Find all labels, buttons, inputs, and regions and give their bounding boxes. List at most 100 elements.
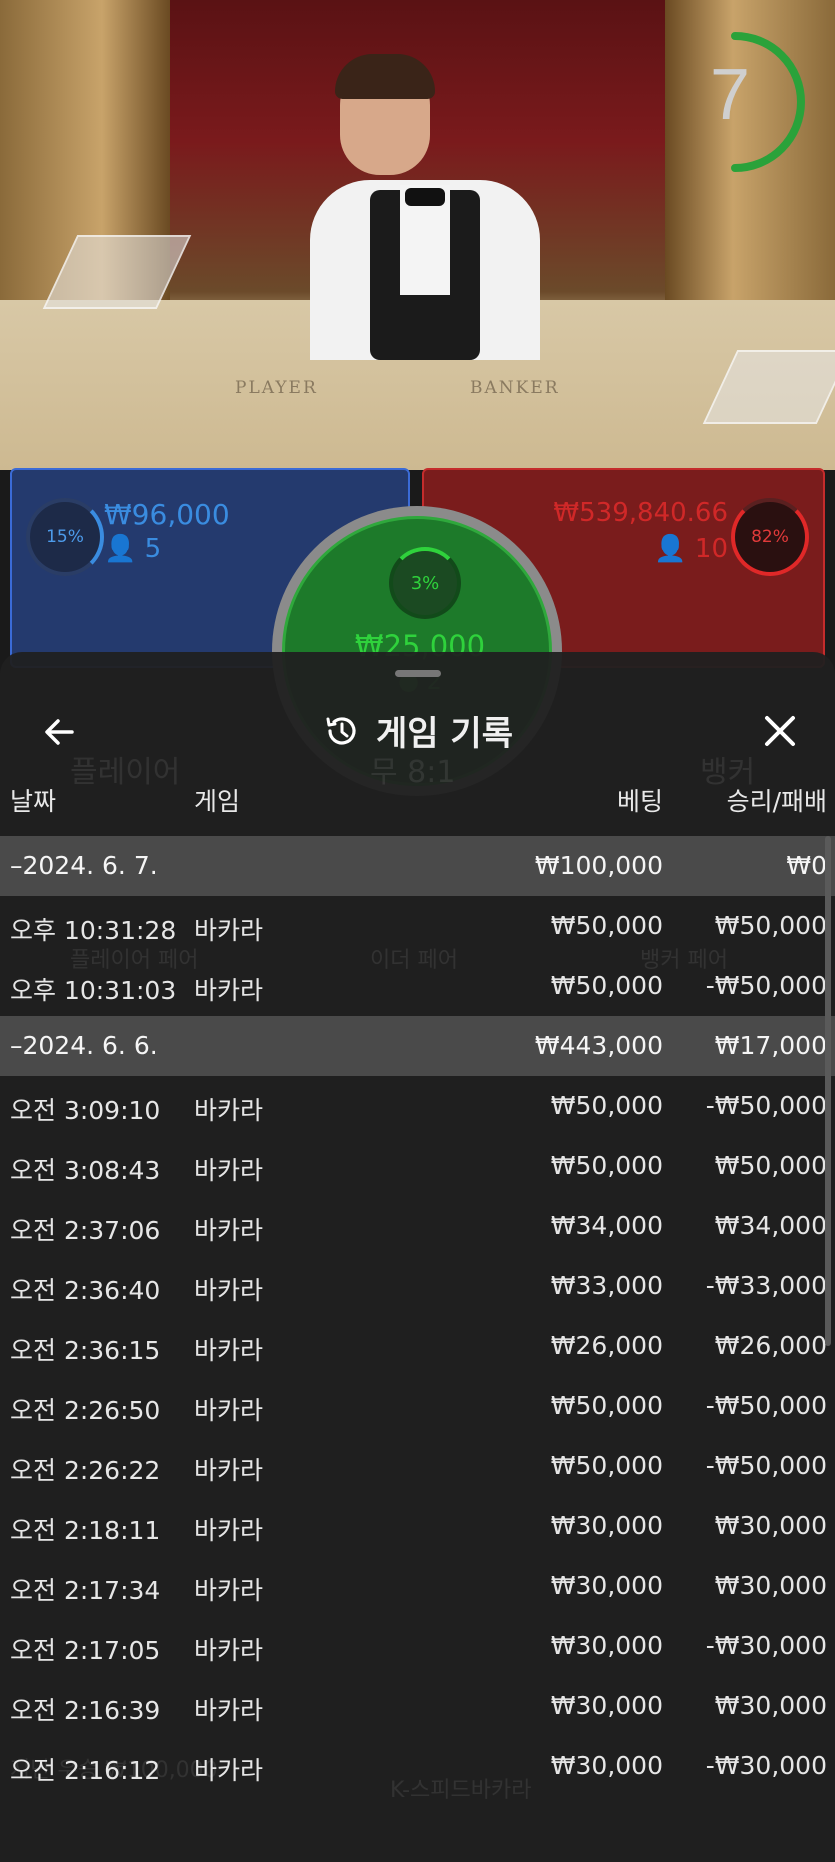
scrollbar[interactable]: [825, 836, 831, 1346]
row-result: -₩30,000: [705, 1631, 827, 1660]
drag-handle[interactable]: [395, 670, 441, 677]
row-result: ₩50,000: [714, 911, 827, 940]
person-icon: 👤: [104, 534, 137, 564]
row-bet: ₩26,000: [550, 1331, 663, 1360]
row-result: -₩30,000: [705, 1751, 827, 1780]
history-row[interactable]: 오전 2:26:22 바카라 ₩50,000 -₩50,000: [0, 1436, 835, 1496]
history-row[interactable]: 오전 3:09:10 바카라 ₩50,000 -₩50,000: [0, 1076, 835, 1136]
row-game: 바카라: [194, 1636, 264, 1665]
day-summary-row[interactable]: –2024. 6. 6. ₩443,000 ₩17,000: [0, 1016, 835, 1076]
row-result: -₩50,000: [705, 1451, 827, 1480]
row-game: 바카라: [194, 1336, 264, 1365]
day-total-result: ₩17,000: [714, 1031, 827, 1060]
history-row[interactable]: 오전 2:26:50 바카라 ₩50,000 -₩50,000: [0, 1376, 835, 1436]
history-row[interactable]: 오전 2:36:40 바카라 ₩33,000 -₩33,000: [0, 1256, 835, 1316]
player-bet-amount: ₩96,000: [104, 498, 230, 531]
row-bet: ₩50,000: [550, 1391, 663, 1420]
row-game: 바카라: [194, 916, 264, 945]
history-row[interactable]: 오전 2:16:12 바카라 ₩30,000 -₩30,000: [0, 1736, 835, 1796]
row-result: ₩30,000: [714, 1571, 827, 1600]
row-time: 오전 2:26:22: [10, 1456, 161, 1485]
row-time: 오전 2:26:50: [10, 1396, 161, 1425]
sheet-title-text: 게임 기록: [376, 714, 513, 754]
banker-bet-amount: ₩539,840.66: [553, 498, 728, 528]
tie-percent-ring: 3%: [389, 547, 461, 619]
live-video-feed: PLAYER BANKER 7: [0, 0, 835, 470]
row-game: 바카라: [194, 1156, 264, 1185]
history-list[interactable]: –2024. 6. 7. ₩100,000 ₩0 오후 10:31:28 바카라 ₩50,…: [0, 836, 835, 1796]
person-icon: 👤: [654, 534, 687, 564]
row-result: ₩26,000: [714, 1331, 827, 1360]
row-time: 오전 2:16:12: [10, 1756, 161, 1785]
history-row[interactable]: 오전 2:17:34 바카라 ₩30,000 ₩30,000: [0, 1556, 835, 1616]
bet-panels: 15% ₩96,000 👤 5 ₩539,840.66 👤 10 82% 3% …: [0, 468, 835, 796]
row-result: ₩30,000: [714, 1691, 827, 1720]
row-game: 바카라: [194, 1576, 264, 1605]
row-game: 바카라: [194, 1516, 264, 1545]
banker-percent: 82%: [751, 527, 789, 547]
row-bet: ₩50,000: [550, 1151, 663, 1180]
column-headers: 날짜 게임 베팅 승리/패배: [0, 782, 835, 822]
day-summary-row[interactable]: –2024. 6. 7. ₩100,000 ₩0: [0, 836, 835, 896]
row-time: 오전 2:17:05: [10, 1636, 161, 1665]
banker-percent-ring: 82%: [731, 498, 809, 576]
row-bet: ₩50,000: [550, 1091, 663, 1120]
row-result: -₩33,000: [705, 1271, 827, 1300]
row-bet: ₩30,000: [550, 1571, 663, 1600]
row-time: 오전 2:17:34: [10, 1576, 161, 1605]
player-bettor-count: 👤 5: [104, 534, 161, 564]
table-label-player: PLAYER: [235, 378, 318, 398]
tie-percent: 3%: [410, 572, 440, 594]
sheet-header: 게임 기록: [0, 692, 835, 772]
history-row[interactable]: 오전 2:17:05 바카라 ₩30,000 -₩30,000: [0, 1616, 835, 1676]
row-bet: ₩30,000: [550, 1691, 663, 1720]
day-total-bet: ₩443,000: [534, 1031, 663, 1060]
player-percent-ring: 15%: [26, 498, 104, 576]
timer-value: 7: [709, 55, 751, 135]
row-bet: ₩30,000: [550, 1511, 663, 1540]
day-date: –2024. 6. 6.: [10, 1031, 158, 1060]
row-bet: ₩34,000: [550, 1211, 663, 1240]
history-row[interactable]: 오전 2:18:11 바카라 ₩30,000 ₩30,000: [0, 1496, 835, 1556]
banker-count-value: 10: [694, 534, 728, 564]
row-result: ₩34,000: [714, 1211, 827, 1240]
history-row[interactable]: 오전 3:08:43 바카라 ₩50,000 ₩50,000: [0, 1136, 835, 1196]
row-time: 오전 2:37:06: [10, 1216, 161, 1245]
row-time: 오후 10:31:28: [10, 916, 177, 945]
col-date: 날짜: [10, 787, 57, 816]
row-game: 바카라: [194, 1216, 264, 1245]
countdown-timer: 7: [700, 32, 805, 172]
row-result: ₩50,000: [714, 1151, 827, 1180]
row-result: ₩30,000: [714, 1511, 827, 1540]
sheet-title: 게임 기록: [0, 706, 835, 755]
dealer: [310, 54, 555, 360]
row-bet: ₩30,000: [550, 1631, 663, 1660]
day-date: –2024. 6. 7.: [10, 851, 158, 880]
row-bet: ₩50,000: [550, 971, 663, 1000]
player-count-value: 5: [144, 534, 162, 564]
row-result: -₩50,000: [705, 971, 827, 1000]
history-row[interactable]: 오전 2:37:06 바카라 ₩34,000 ₩34,000: [0, 1196, 835, 1256]
row-time: 오전 3:08:43: [10, 1156, 161, 1185]
banker-bettor-count: 👤 10: [654, 534, 728, 564]
row-time: 오전 2:36:40: [10, 1276, 161, 1305]
col-bet: 베팅: [616, 787, 663, 816]
close-icon[interactable]: [757, 708, 803, 754]
row-time: 오전 2:18:11: [10, 1516, 161, 1545]
row-bet: ₩50,000: [550, 1451, 663, 1480]
row-time: 오전 2:36:15: [10, 1336, 161, 1365]
row-bet: ₩33,000: [550, 1271, 663, 1300]
row-time: 오전 2:16:39: [10, 1696, 161, 1725]
row-game: 바카라: [194, 976, 264, 1005]
row-bet: ₩50,000: [550, 911, 663, 940]
col-game: 게임: [194, 787, 241, 816]
row-game: 바카라: [194, 1696, 264, 1725]
history-row[interactable]: 오전 2:16:39 바카라 ₩30,000 ₩30,000: [0, 1676, 835, 1736]
history-row[interactable]: 오후 10:31:28 바카라 ₩50,000 ₩50,000: [0, 896, 835, 956]
row-game: 바카라: [194, 1756, 264, 1785]
history-row[interactable]: 오전 2:36:15 바카라 ₩26,000 ₩26,000: [0, 1316, 835, 1376]
row-time: 오후 10:31:03: [10, 976, 177, 1005]
history-row[interactable]: 오후 10:31:03 바카라 ₩50,000 -₩50,000: [0, 956, 835, 1016]
day-total-result: ₩0: [786, 851, 827, 880]
row-bet: ₩30,000: [550, 1751, 663, 1780]
